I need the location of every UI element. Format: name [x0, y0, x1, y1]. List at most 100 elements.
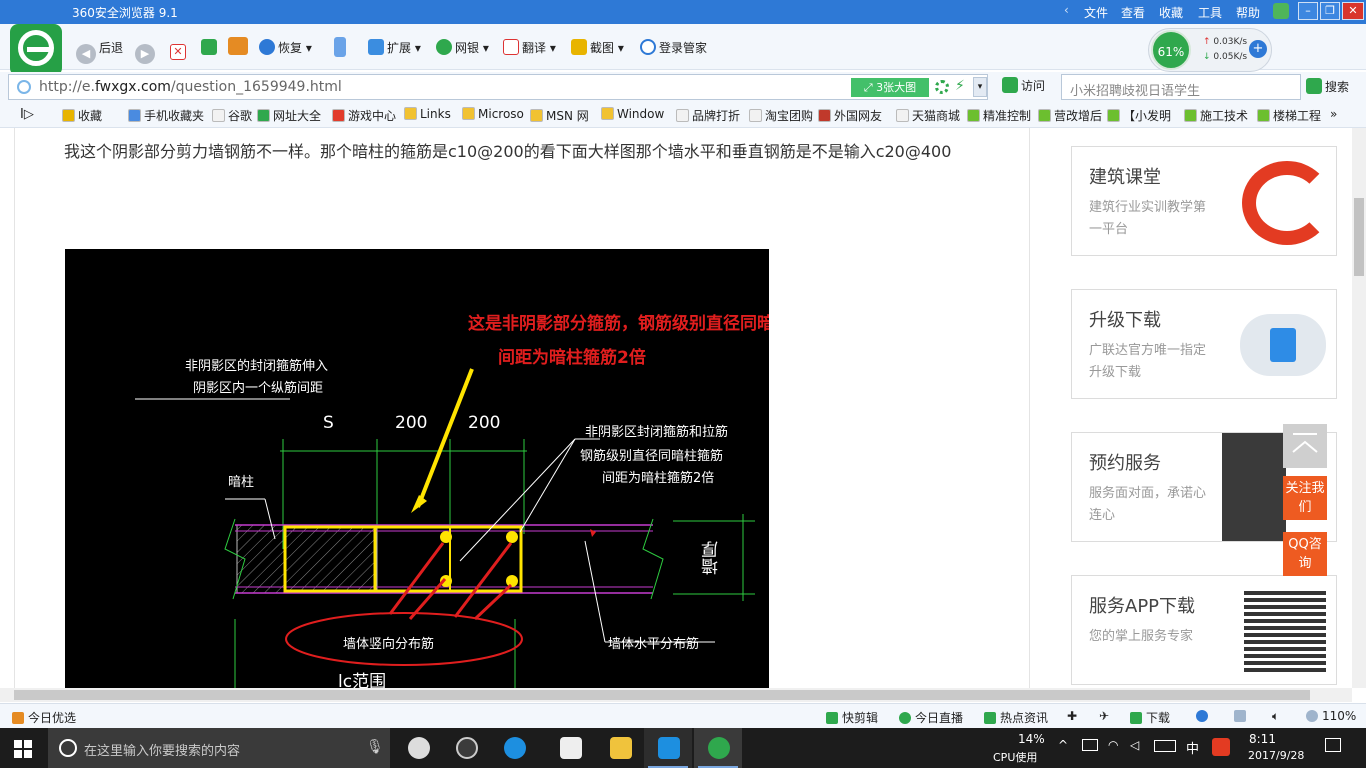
bank-button[interactable]: 网银 ▾ [436, 37, 489, 59]
extend-button[interactable]: 扩展 ▾ [368, 37, 421, 59]
bookmark-item[interactable]: 品牌打折 [676, 107, 740, 124]
bookmark-item[interactable]: 收藏 [62, 107, 102, 124]
cpu-speed-widget[interactable]: 61% ↑ 0.03K/s ↓ 0.05K/s + [1148, 28, 1272, 72]
menu-tools[interactable]: 工具 [1198, 4, 1222, 21]
taskbar-search[interactable]: 在这里输入你要搜索的内容 🎙︎ [48, 728, 390, 768]
bookmark-item[interactable]: 网址大全 [257, 107, 321, 124]
bookmark-item[interactable]: 施工技术 [1184, 107, 1248, 124]
more-bookmarks-icon[interactable]: » [1330, 107, 1337, 121]
bookmark-item[interactable]: 游戏中心 [332, 107, 396, 124]
refresh-button[interactable] [201, 37, 220, 59]
bookmark-item[interactable]: MSN 网 [530, 107, 589, 124]
keyboard-icon[interactable] [1154, 740, 1176, 752]
card-building-class[interactable]: 建筑课堂 建筑行业实训教学第一平台 [1071, 146, 1337, 256]
status-live[interactable]: 今日直播 [899, 709, 963, 726]
vertical-scrollbar[interactable] [1352, 128, 1366, 688]
menu-help[interactable]: 帮助 [1236, 4, 1260, 21]
home-button[interactable] [228, 37, 251, 59]
taskbar-app-360[interactable] [442, 728, 490, 768]
menu-view[interactable]: 查看 [1121, 4, 1145, 21]
notification-icon[interactable] [1325, 738, 1341, 752]
cad-label-nonshadow-2: 阴影区内一个纵筋间距 [193, 381, 324, 396]
menu-file[interactable]: 文件 [1084, 4, 1108, 21]
plus-icon[interactable]: + [1249, 40, 1267, 58]
taskbar-app-edge[interactable] [490, 728, 538, 768]
cad-detail-image: 这是非阴影部分箍筋，钢筋级别直径同暗柱箍筋 间距为暗柱箍筋2倍 非阴影区的封闭箍… [65, 249, 769, 688]
taskbar-app-glodon[interactable] [644, 728, 692, 768]
compat-mode-icon[interactable] [935, 80, 949, 94]
battery-icon[interactable] [1082, 739, 1098, 751]
scroll-thumb[interactable] [14, 690, 1310, 700]
zoom-level[interactable]: 110% [1306, 709, 1356, 723]
restore-button[interactable]: 恢复 ▾ [259, 37, 312, 59]
close-button[interactable]: ✕ [1342, 2, 1364, 20]
bookmark-item[interactable]: 天猫商城 [896, 107, 960, 124]
bookmark-icon [967, 109, 980, 122]
big-picture-button[interactable]: ⤢ 3张大图 [851, 78, 929, 97]
cad-dim-200b: 200 [468, 413, 501, 433]
today-picks[interactable]: 今日优选 [12, 709, 76, 726]
bookmark-item[interactable]: 精准控制 [967, 107, 1031, 124]
taskbar-app-360browser[interactable] [694, 728, 742, 768]
volume-icon[interactable]: 🔈︎ [1272, 709, 1279, 724]
bookmark-item[interactable]: 外国网友 [818, 107, 882, 124]
screenshot-button[interactable]: 截图 ▾ [571, 37, 624, 59]
bookmark-icon [676, 109, 689, 122]
minimize-button[interactable]: – [1298, 2, 1318, 20]
lightning-icon[interactable]: ⚡ [955, 78, 965, 94]
horizontal-scrollbar[interactable] [0, 688, 1352, 702]
bookmark-icon [818, 109, 831, 122]
status-quick-edit[interactable]: 快剪辑 [826, 709, 878, 726]
windows-start-icon[interactable] [14, 740, 32, 758]
address-bar[interactable]: http://e.fwxgx.com/question_1659949.html… [8, 74, 988, 100]
sidebar-toggle-icon[interactable]: I▷ [20, 107, 34, 122]
back-button[interactable]: ◀ 后退 [76, 37, 123, 64]
maximize-button[interactable]: ❐ [1320, 2, 1340, 20]
menu-favorites[interactable]: 收藏 [1159, 4, 1183, 21]
ime-indicator[interactable]: 中 [1186, 738, 1199, 757]
ie-icon[interactable] [1196, 709, 1212, 723]
taskbar-app-store[interactable] [546, 728, 594, 768]
taskbar-app-fan[interactable] [394, 728, 442, 768]
search-button[interactable]: 搜索 [1306, 78, 1349, 95]
bookmark-item[interactable]: Links [404, 107, 451, 121]
search-input[interactable]: 小米招聘歧视日语学生 [1061, 74, 1301, 100]
clock-date[interactable]: 2017/9/28 [1248, 749, 1304, 762]
follow-us-button[interactable]: 关注我们 [1283, 476, 1327, 520]
url-text[interactable]: http://e.fwxgx.com/question_1659949.html [39, 79, 342, 95]
taskbar-app-explorer[interactable] [596, 728, 644, 768]
bookmark-item[interactable]: 手机收藏夹 [128, 107, 204, 124]
microphone-icon[interactable]: 🎙︎ [366, 739, 384, 755]
bookmark-item[interactable]: 淘宝团购 [749, 107, 813, 124]
scroll-thumb[interactable] [1354, 198, 1364, 276]
clock-time[interactable]: 8:11 [1249, 732, 1276, 746]
qq-consult-button[interactable]: QQ咨询 [1283, 532, 1327, 576]
bookmark-item[interactable]: 楼梯工程 [1257, 107, 1321, 124]
visit-button[interactable]: 访问 [1002, 77, 1045, 94]
tray-expand-icon[interactable]: ^ [1058, 738, 1068, 752]
sogou-icon[interactable] [1212, 738, 1230, 756]
stop-button[interactable]: ✕ [170, 37, 189, 60]
translate-button[interactable]: 翻译 ▾ [503, 37, 556, 59]
card-app-download[interactable]: 服务APP下载 您的掌上服务专家 [1071, 575, 1337, 685]
forward-button[interactable]: ▶ [135, 37, 158, 64]
mobile-button[interactable] [334, 37, 349, 59]
card-upgrade-download[interactable]: 升级下载 广联达官方唯一指定升级下载 [1071, 289, 1337, 399]
login-manager-button[interactable]: 登录管家 [640, 37, 707, 59]
chevron-left-icon[interactable]: ‹ [1064, 3, 1069, 17]
bookmark-item[interactable]: 【小发明 [1107, 107, 1171, 124]
dropdown-arrow-icon[interactable]: ▾ [973, 77, 987, 97]
first-aid-icon[interactable]: ✚ [1067, 709, 1077, 723]
bookmark-item[interactable]: 营改增后 [1038, 107, 1102, 124]
bookmark-item[interactable]: 谷歌 [212, 107, 252, 124]
status-news[interactable]: 热点资讯 [984, 709, 1048, 726]
bookmark-item[interactable]: Microso [462, 107, 524, 121]
status-download[interactable]: 下载 [1130, 709, 1170, 726]
shirt-icon[interactable] [1273, 3, 1289, 19]
back-to-top-button[interactable] [1283, 424, 1327, 468]
pin-icon[interactable]: ✈ [1099, 709, 1109, 723]
window-icon[interactable] [1234, 709, 1250, 723]
speaker-icon[interactable]: ◁ [1130, 738, 1139, 752]
bookmark-item[interactable]: Window [601, 107, 664, 121]
wifi-icon[interactable]: ◠ [1108, 738, 1118, 752]
